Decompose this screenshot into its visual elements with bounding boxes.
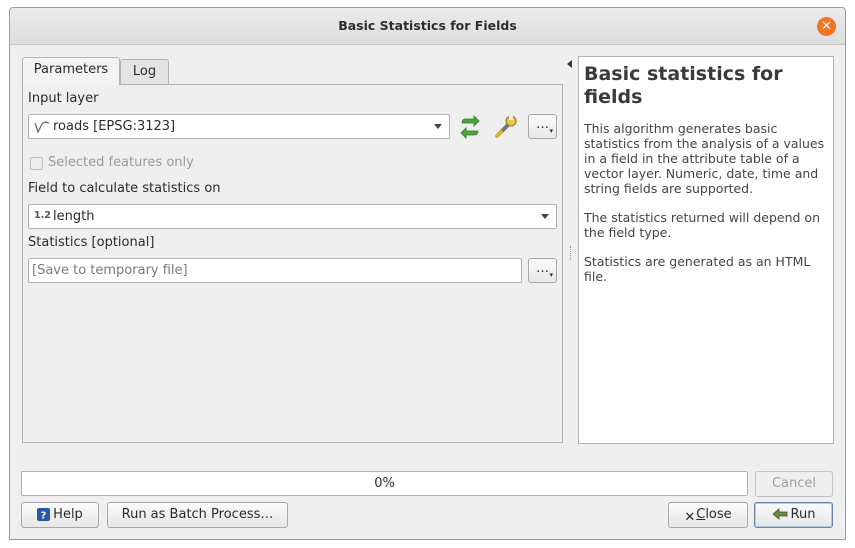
- statistics-label: Statistics [optional]: [28, 235, 155, 250]
- help-pane: Basic statistics for fields This algorit…: [578, 56, 834, 444]
- close-button[interactable]: ✕Close: [668, 502, 748, 528]
- close-window-icon[interactable]: ✕: [817, 17, 836, 36]
- line-layer-icon: [34, 121, 50, 134]
- help-title: Basic statistics for fields: [584, 63, 783, 108]
- title-bar[interactable]: Basic Statistics for Fields ✕: [10, 8, 845, 45]
- run-batch-button[interactable]: Run as Batch Process…: [107, 502, 288, 528]
- selected-only-checkbox[interactable]: [30, 157, 43, 170]
- help-button[interactable]: ? Help: [21, 502, 99, 528]
- splitter-handle[interactable]: [570, 246, 572, 260]
- input-layer-options-button[interactable]: … ▾: [528, 114, 557, 139]
- help-icon: ?: [37, 508, 51, 522]
- field-combo[interactable]: 1.2 length: [28, 204, 557, 229]
- numeric-field-icon: 1.2: [34, 210, 51, 221]
- statistics-output-input[interactable]: [Save to temporary file]: [28, 258, 522, 283]
- help-label: Help: [53, 507, 83, 522]
- close-mnemonic: C: [696, 507, 706, 522]
- input-layer-combo[interactable]: roads [EPSG:3123]: [28, 114, 450, 139]
- close-label: lose: [705, 507, 732, 522]
- dialog-window: Basic Statistics for Fields ✕ Parameters…: [9, 7, 846, 540]
- field-label: Field to calculate statistics on: [28, 181, 221, 196]
- svg-text:?: ?: [41, 511, 47, 522]
- run-button[interactable]: Run: [754, 502, 833, 528]
- progress-bar: 0%: [21, 471, 748, 496]
- help-paragraph-1: This algorithm generates basic statistic…: [584, 121, 825, 196]
- parameters-panel: Input layer roads [EPSG:3123] … ▾ Select…: [22, 84, 563, 443]
- chevron-down-icon: [541, 214, 549, 219]
- window-title: Basic Statistics for Fields: [338, 18, 517, 33]
- ellipsis-label: …: [536, 261, 549, 276]
- iterate-icon[interactable]: [457, 114, 483, 140]
- progress-text: 0%: [374, 476, 395, 491]
- run-label: Run: [790, 507, 816, 522]
- help-paragraph-2: The statistics returned will depend on t…: [584, 210, 820, 240]
- input-layer-label: Input layer: [28, 91, 99, 106]
- field-value: length: [53, 209, 95, 224]
- dropdown-indicator-icon: ▾: [549, 271, 553, 279]
- tab-parameters[interactable]: Parameters: [22, 57, 120, 85]
- collapse-help-icon[interactable]: [567, 60, 572, 68]
- chevron-down-icon: [434, 124, 442, 129]
- run-icon: [771, 508, 787, 520]
- cancel-button[interactable]: Cancel: [755, 471, 833, 497]
- dropdown-indicator-icon: ▾: [549, 127, 553, 135]
- help-paragraph-3: Statistics are generated as an HTML file…: [584, 254, 811, 284]
- tab-log[interactable]: Log: [120, 59, 169, 84]
- close-icon: ✕: [684, 510, 696, 525]
- input-layer-value: roads [EPSG:3123]: [53, 119, 176, 134]
- wrench-icon[interactable]: [493, 113, 519, 139]
- ellipsis-label: …: [536, 117, 549, 132]
- statistics-options-button[interactable]: … ▾: [528, 258, 557, 283]
- selected-only-label: Selected features only: [48, 155, 194, 170]
